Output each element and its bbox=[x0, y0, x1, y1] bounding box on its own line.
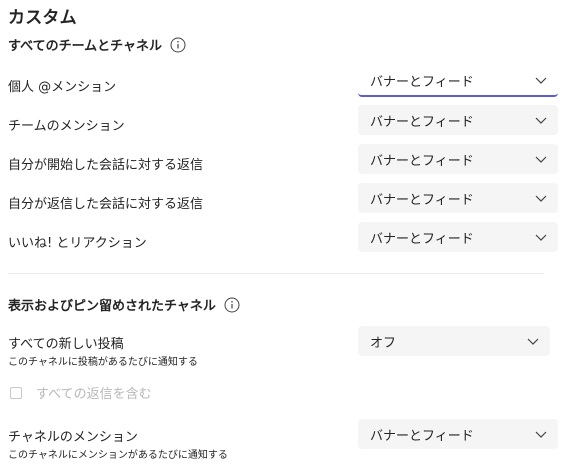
all-new-posts-description: このチャネルに投稿があるたびに通知する bbox=[8, 357, 198, 368]
likes-reactions-value: バナーとフィード bbox=[370, 231, 474, 247]
likes-reactions-dropdown[interactable]: バナーとフィード bbox=[358, 222, 558, 252]
all-teams-heading-text: すべてのチームとチャネル bbox=[8, 39, 163, 54]
channel-mentions-label: チャネルのメンション bbox=[8, 430, 138, 445]
section-divider bbox=[8, 273, 544, 274]
chevron-down-icon bbox=[527, 338, 539, 345]
personal-mention-dropdown[interactable]: バナーとフィード bbox=[358, 65, 558, 97]
all-new-posts-dropdown[interactable]: オフ bbox=[358, 326, 550, 356]
replies-replied-value: バナーとフィード bbox=[370, 192, 474, 208]
pinned-channels-heading-text: 表示およびピン留めされたチャネル bbox=[8, 299, 216, 314]
replies-started-dropdown[interactable]: バナーとフィード bbox=[358, 144, 558, 174]
info-icon[interactable] bbox=[170, 37, 186, 53]
chevron-down-icon bbox=[535, 77, 547, 84]
channel-mentions-value: バナーとフィード bbox=[370, 428, 474, 444]
include-replies-checkbox[interactable] bbox=[10, 386, 22, 399]
include-replies-label: すべての返信を含む bbox=[36, 387, 152, 402]
replies-replied-label: 自分が返信した会話に対する返信 bbox=[8, 197, 204, 212]
replies-replied-dropdown[interactable]: バナーとフィード bbox=[358, 183, 558, 213]
team-mention-value: バナーとフィード bbox=[370, 114, 474, 130]
info-icon[interactable] bbox=[224, 297, 240, 313]
likes-reactions-label: いいね! とリアクション bbox=[8, 236, 147, 251]
chevron-down-icon bbox=[535, 195, 547, 202]
team-mention-label: チームのメンション bbox=[8, 119, 125, 134]
chevron-down-icon bbox=[535, 234, 547, 241]
chevron-down-icon bbox=[535, 156, 547, 163]
channel-mentions-description: このチャネルにメンションがあるたびに通知する bbox=[8, 450, 228, 461]
replies-started-value: バナーとフィード bbox=[370, 153, 474, 169]
include-replies-row: すべての返信を含む bbox=[10, 383, 152, 402]
page-title: カスタム bbox=[8, 8, 77, 28]
channel-mentions-dropdown[interactable]: バナーとフィード bbox=[358, 419, 558, 449]
chevron-down-icon bbox=[535, 117, 547, 124]
team-mention-dropdown[interactable]: バナーとフィード bbox=[358, 105, 558, 135]
chevron-down-icon bbox=[535, 431, 547, 438]
all-new-posts-value: オフ bbox=[370, 335, 397, 351]
pinned-channels-heading: 表示およびピン留めされたチャネル bbox=[8, 295, 240, 314]
all-teams-heading: すべてのチームとチャネル bbox=[8, 35, 186, 54]
personal-mention-label: 個人 @メンション bbox=[8, 80, 117, 95]
personal-mention-value: バナーとフィード bbox=[370, 74, 474, 90]
replies-started-label: 自分が開始した会話に対する返信 bbox=[8, 158, 204, 173]
all-new-posts-label: すべての新しい投稿 bbox=[8, 337, 124, 352]
